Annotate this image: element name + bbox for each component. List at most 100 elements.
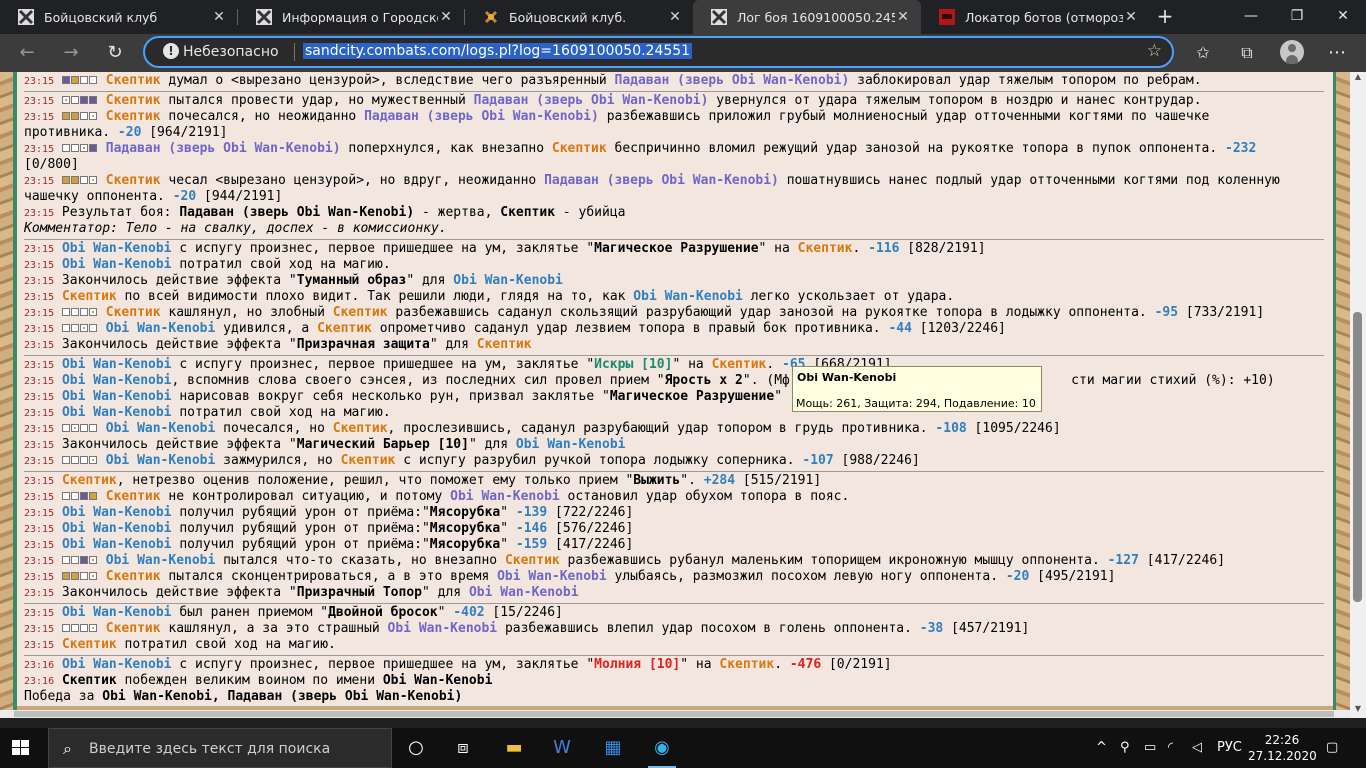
log-line: 23:15 Obi Wan-Kenobi потратил свой ход н… <box>24 405 391 420</box>
log-line: [0/800] <box>24 157 79 172</box>
more-menu-icon[interactable]: ⋯ <box>1322 38 1352 68</box>
tab-title: Информация о Городской Ог <box>282 9 438 25</box>
locator-icon <box>939 9 955 25</box>
notifications-icon[interactable]: ▢ <box>1326 740 1338 755</box>
log-line: 23:15 Obi Wan-Kenobi получил рубящий уро… <box>24 505 634 520</box>
tooltip-stats: Мощь: 261, Защита: 294, Подавление: 10 <box>796 397 1036 410</box>
log-line: 23:15 Скептик не контролировал ситуацию,… <box>24 489 850 504</box>
log-line: 23:15 Obi Wan-Kenobi получил рубящий уро… <box>24 537 634 552</box>
tab-strip: Бойцовский клуб ✕ Информация о Городской… <box>0 0 1366 34</box>
vertical-scrollbar[interactable]: ▲ ▼ <box>1350 72 1366 718</box>
log-line: 23:15 Obi Wan-Kenobi удивился, а Скептик… <box>24 321 1006 336</box>
file-explorer-icon[interactable]: ▬ <box>494 732 534 764</box>
log-line: 23:15 Obi Wan-Kenobi с испугу произнес, … <box>24 357 892 372</box>
refresh-icon[interactable]: ↻ <box>100 38 130 68</box>
tray-chevron-icon[interactable]: ^ <box>1096 740 1107 755</box>
tab-4[interactable]: Лог боя 1609100050.24551. ✕ <box>693 0 921 34</box>
network-icon[interactable]: ◜ <box>1168 740 1173 755</box>
language-indicator[interactable]: РУС <box>1217 740 1242 755</box>
clock[interactable]: 22:26 27.12.2020 <box>1248 732 1317 764</box>
log-line: 23:15 Падаван (зверь Obi Wan-Kenobi) поп… <box>24 141 1257 156</box>
log-line: 23:15 Закончилось действие эффекта "Тума… <box>24 273 563 288</box>
tooltip-name: Obi Wan-Kenobi <box>797 371 897 384</box>
close-tab-icon[interactable]: ✕ <box>1123 9 1139 25</box>
favorite-star-icon[interactable]: ☆ <box>1147 41 1162 61</box>
log-line: 23:15 Obi Wan-Kenobi получил рубящий уро… <box>24 521 634 536</box>
combats-cross-icon <box>256 9 272 25</box>
log-line: 23:15 Скептик думал о <вырезано цензурой… <box>24 73 1202 88</box>
log-line: чашечку оппонента. -20 [944/2191] <box>24 189 283 204</box>
log-line: 23:15 Obi Wan-Kenobi нарисовав вокруг се… <box>24 389 783 404</box>
back-arrow-icon[interactable]: ← <box>12 38 42 68</box>
tab-5[interactable]: Локатор ботов (отморозков) ✕ <box>921 0 1149 34</box>
log-line: 23:15 Obi Wan-Kenobi пытался что-то сказ… <box>24 553 1226 568</box>
tab-2[interactable]: Информация о Городской Ог ✕ <box>238 0 464 34</box>
url-text[interactable]: sandcity.combats.com/logs.pl?log=1609100… <box>303 43 693 59</box>
tab-title: Лог боя 1609100050.24551. <box>737 9 895 25</box>
meet-icon[interactable]: ⚲ <box>1120 740 1130 755</box>
minimize-button[interactable]: — <box>1228 0 1274 34</box>
close-tab-icon[interactable]: ✕ <box>438 9 454 25</box>
log-line: 23:15 Скептик потратил свой ход на магию… <box>24 637 336 652</box>
taskbar: ⌕ Введите здесь текст для поиска ○ ⧈ ▬ W… <box>0 728 1366 768</box>
word-icon[interactable]: W <box>542 732 582 764</box>
combats-cross-icon <box>18 9 34 25</box>
battle-result: 23:15 Результат боя: Падаван (зверь Obi … <box>24 205 626 220</box>
clock-date: 27.12.2020 <box>1248 749 1317 763</box>
log-line: 23:15 Закончилось действие эффекта "Маги… <box>24 437 626 452</box>
log-line: 23:15 Скептик по всей видимости плохо ви… <box>24 289 955 304</box>
tab-title: Локатор ботов (отморозков) <box>965 9 1123 25</box>
tab-title: Бойцовский клуб. <box>509 9 627 25</box>
maximize-button[interactable]: ❐ <box>1274 0 1320 34</box>
log-line: 23:15 Obi Wan-Kenobi почесался, но Скепт… <box>24 421 1061 436</box>
log-line: 23:15 Скептик, нетрезво оценив положение… <box>24 473 822 488</box>
shield-icon <box>484 10 498 24</box>
security-label[interactable]: Небезопасно <box>183 44 279 60</box>
log-line: 23:15 Скептик кашлянул, а за это страшны… <box>24 621 1030 636</box>
log-line: 23:15 Obi Wan-Kenobi с испугу произнес, … <box>24 241 986 256</box>
log-line: 23:15 Скептик пытался сконцентрироваться… <box>24 569 1116 584</box>
victory-line: Победа за Obi Wan-Kenobi, Падаван (зверь… <box>24 689 463 704</box>
taskbar-search[interactable]: ⌕ Введите здесь текст для поиска <box>48 728 392 768</box>
search-placeholder[interactable]: Введите здесь текст для поиска <box>89 741 330 757</box>
log-line: 23:15 Скептик чесал <вырезано цензурой>,… <box>24 173 1280 188</box>
log-line: 23:15 Obi Wan-Kenobi, вспомнив слова сво… <box>24 373 1275 388</box>
profile-avatar[interactable] <box>1280 40 1304 64</box>
log-line: 23:15 Закончилось действие эффекта "Приз… <box>24 585 579 600</box>
tab-title: Бойцовский клуб <box>44 9 158 25</box>
collections-icon[interactable]: ⧉ <box>1232 38 1262 68</box>
windows-start-icon[interactable] <box>12 740 30 756</box>
combats-cross-icon <box>711 9 727 25</box>
horizontal-scrollbar[interactable] <box>0 710 1350 718</box>
close-tab-icon[interactable]: ✕ <box>895 9 911 25</box>
warning-icon[interactable]: ! <box>163 43 179 59</box>
log-line: 23:15 Obi Wan-Kenobi потратил свой ход н… <box>24 257 391 272</box>
close-tab-icon[interactable]: ✕ <box>667 9 683 25</box>
log-line: 23:15 Obi Wan-Kenobi зажмурился, но Скеп… <box>24 453 920 468</box>
player-tooltip: Obi Wan-Kenobi Мощь: 261, Защита: 294, П… <box>792 366 1042 412</box>
task-view-icon[interactable]: ⧈ <box>443 732 483 764</box>
clock-time: 22:26 <box>1264 733 1300 747</box>
favorites-icon[interactable]: ✩ <box>1188 38 1218 68</box>
close-tab-icon[interactable]: ✕ <box>211 9 227 25</box>
log-line: 23:15 Obi Wan-Kenobi был ранен приемом "… <box>24 605 563 620</box>
log-line: 23:15 Скептик кашлянул, но злобный Скепт… <box>24 305 1265 320</box>
log-line: 23:16 Obi Wan-Kenobi с испугу произнес, … <box>24 657 892 672</box>
log-line: 23:15 Скептик пытался провести удар, но … <box>24 93 1202 108</box>
browser-toolbar: ← → ↻ ! Небезопасно sandcity.combats.com… <box>0 34 1366 72</box>
volume-icon[interactable]: ◁ <box>1192 740 1202 755</box>
calendar-icon[interactable]: ▦ <box>593 732 633 764</box>
tab-1[interactable]: Бойцовский клуб ✕ <box>0 0 237 34</box>
edge-browser-icon[interactable]: ◉ <box>642 732 682 768</box>
battery-icon[interactable]: ▭ <box>1144 740 1156 755</box>
log-line: 23:16 Скептик побежден великим воином по… <box>24 673 493 688</box>
new-tab-button[interactable]: + <box>1153 4 1177 28</box>
cortana-icon[interactable]: ○ <box>396 732 436 764</box>
close-window-button[interactable]: ✕ <box>1320 0 1366 34</box>
log-line: противника. -20 [964/2191] <box>24 125 228 140</box>
search-icon: ⌕ <box>63 739 72 758</box>
log-line: 23:15 Закончилось действие эффекта "Приз… <box>24 337 532 352</box>
tab-3[interactable]: Бойцовский клуб. ✕ <box>465 0 693 34</box>
forward-arrow-icon[interactable]: → <box>56 38 86 68</box>
address-bar[interactable]: ! Небезопасно sandcity.combats.com/logs.… <box>143 36 1174 68</box>
